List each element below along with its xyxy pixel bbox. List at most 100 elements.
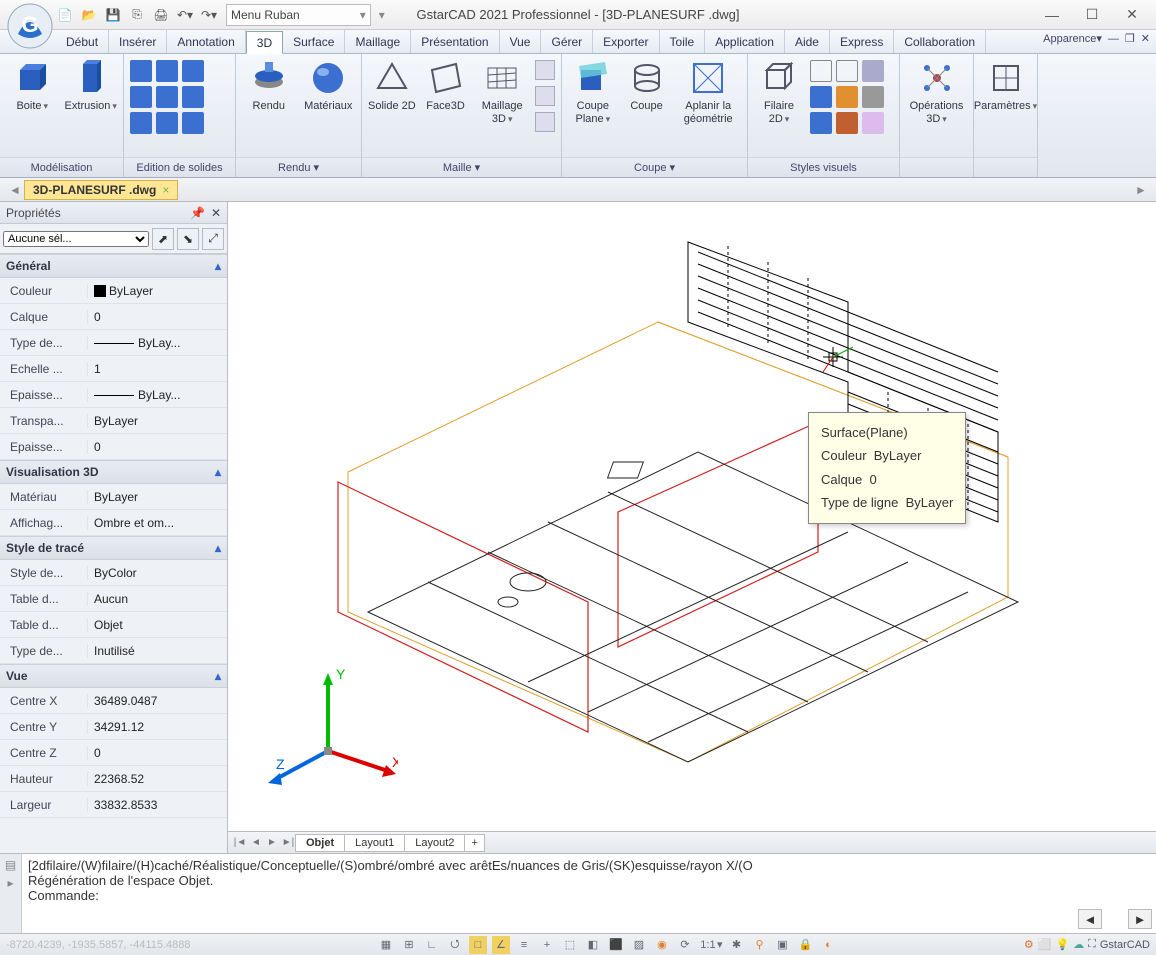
tab-inserer[interactable]: Insérer [109,30,167,53]
tab-maillage[interactable]: Maillage [345,30,411,53]
prop-row[interactable]: Type de...Inutilisé [0,638,227,664]
layout-last[interactable]: ►| [280,837,296,848]
toggle-pickadd-icon[interactable]: ⤢ [202,228,224,250]
coupe-button[interactable]: Coupe [624,60,670,113]
prop-row[interactable]: Table d...Objet [0,612,227,638]
group-vue[interactable]: Vue▴ [0,664,227,688]
doctab-prev[interactable]: ◄ [6,183,24,197]
prop-row[interactable]: MatériauByLayer [0,484,227,510]
prop-row[interactable]: Calque0 [0,304,227,330]
cmd-scroll-left[interactable]: ◄ [1078,909,1102,929]
appearance-dropdown[interactable]: Apparence▾ [1043,32,1102,45]
layout-next[interactable]: ► [264,837,280,848]
selection-cycling-icon[interactable]: ⬚ [561,936,579,954]
prop-row[interactable]: Centre X36489.0487 [0,688,227,714]
cloud-icon[interactable]: ☁ [1073,938,1084,951]
tab-collaboration[interactable]: Collaboration [894,30,986,53]
prop-row[interactable]: Centre Z0 [0,740,227,766]
layout-tab-objet[interactable]: Objet [295,834,345,852]
dyn-input-icon[interactable]: + [538,936,556,954]
prop-row[interactable]: Largeur33832.8533 [0,792,227,818]
workspace-dropdown[interactable]: Menu Ruban▾ [226,4,371,26]
tab-vue[interactable]: Vue [500,30,542,53]
app-logo[interactable]: G [6,2,54,50]
model-icon[interactable]: ◉ [653,936,671,954]
mesh-small-2[interactable] [535,86,555,106]
layout-prev[interactable]: ◄ [248,837,264,848]
edition-solides-grid[interactable] [130,60,204,134]
group-visualisation3d[interactable]: Visualisation 3D▴ [0,460,227,484]
prop-row[interactable]: Style de...ByColor [0,560,227,586]
polar-icon[interactable]: ⭯ [446,936,464,954]
osnap-icon[interactable]: □ [469,936,487,954]
panel-close-icon[interactable]: ✕ [211,206,221,220]
doctab-next[interactable]: ► [1132,183,1150,197]
hardware-accel-icon[interactable]: ◐ [819,936,837,954]
autoscale-icon[interactable]: ⚲ [750,936,768,954]
snap-grid-icon[interactable]: ▦ [377,936,395,954]
boite-button[interactable]: Boite [6,60,59,113]
group-general[interactable]: Général▴ [0,254,227,278]
tab-aide[interactable]: Aide [785,30,830,53]
lineweight-icon[interactable]: ≡ [515,936,533,954]
qat-custom-icon[interactable]: ▾ [379,8,385,22]
prop-row[interactable]: Epaisse...0 [0,434,227,460]
mdi-min-icon[interactable]: — [1108,33,1119,45]
prop-row[interactable]: Epaisse...ByLay... [0,382,227,408]
clean-screen-icon[interactable]: ⬜ [1038,938,1052,951]
layout-first[interactable]: |◄ [232,837,248,848]
tab-express[interactable]: Express [830,30,894,53]
selection-dropdown[interactable]: Aucune sél... [3,231,149,247]
drawing-canvas[interactable]: Y X Z Surface(Plane) Couleur ByLayer Cal… [228,202,1156,831]
doctab-close-icon[interactable]: × [162,183,169,197]
tab-annotation[interactable]: Annotation [167,30,245,53]
new-icon[interactable]: 📄 [56,6,74,24]
lock-ui-icon[interactable]: 🔒 [796,936,814,954]
prop-row[interactable]: Transpa...ByLayer [0,408,227,434]
operations3d-button[interactable]: Opérations 3D [906,60,967,126]
annotation-vis-icon[interactable]: ✱ [727,936,745,954]
prop-row[interactable]: Centre Y34291.12 [0,714,227,740]
mdi-max-icon[interactable]: ❐ [1125,32,1135,45]
hatch-icon[interactable]: ▨ [630,936,648,954]
parametres-button[interactable]: Paramètres [978,60,1034,113]
coupe-plane-button[interactable]: Coupe Plane [568,60,618,126]
document-tab[interactable]: 3D-PLANESURF .dwg× [24,180,178,200]
solide2d-button[interactable]: Solide 2D [368,60,416,113]
tab-exporter[interactable]: Exporter [593,30,659,53]
otrack-icon[interactable]: ∠ [492,936,510,954]
cmd-history-icon[interactable]: ▤ [5,858,16,872]
mdi-close-icon[interactable]: ✕ [1141,32,1150,45]
tab-surface[interactable]: Surface [283,30,345,53]
transparency-icon[interactable]: ◧ [584,936,602,954]
tab-3d[interactable]: 3D [246,31,283,54]
select-objects-icon[interactable]: ⬊ [177,228,199,250]
layout-add[interactable]: + [464,834,484,852]
filaire2d-button[interactable]: Filaire 2D [754,60,804,126]
tab-gerer[interactable]: Gérer [541,30,593,53]
cmd-scroll-right[interactable]: ► [1128,909,1152,929]
visual-styles-grid[interactable] [810,60,884,134]
maximize-button[interactable]: ☐ [1072,1,1112,29]
qp-icon[interactable]: ⬛ [607,936,625,954]
prop-row[interactable]: CouleurByLayer [0,278,227,304]
maximize-viewport-icon[interactable]: ⛶ [1088,938,1096,951]
tab-presentation[interactable]: Présentation [411,30,499,53]
annotation-scale-icon[interactable]: ⟳ [676,936,694,954]
panel-pin-icon[interactable]: 📌 [190,206,205,220]
layout-tab-layout2[interactable]: Layout2 [404,834,465,852]
close-button[interactable]: ✕ [1112,1,1152,29]
materiaux-button[interactable]: Matériaux [302,60,356,113]
tab-application[interactable]: Application [705,30,785,53]
grid-icon[interactable]: ⊞ [400,936,418,954]
workspace-icon[interactable]: ▣ [773,936,791,954]
mesh-small-3[interactable] [535,112,555,132]
prop-row[interactable]: Table d...Aucun [0,586,227,612]
scale-dropdown[interactable]: 1:1▾ [699,936,723,954]
tab-debut[interactable]: Début [56,30,109,53]
extrusion-button[interactable]: Extrusion [65,60,118,113]
print-icon[interactable]: 🖨 [152,6,170,24]
undo-icon[interactable]: ↶▾ [176,6,194,24]
face3d-button[interactable]: Face3D [422,60,470,113]
minimize-button[interactable]: — [1032,1,1072,29]
